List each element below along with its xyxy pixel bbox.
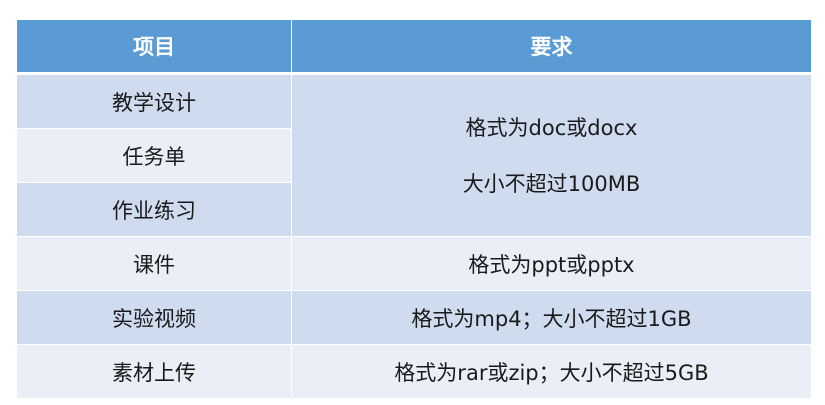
table-row: 素材上传 格式为rar或zip；大小不超过5GB	[16, 344, 812, 399]
merged-req-line1: 格式为doc或docx	[465, 115, 638, 140]
header-item: 项目	[16, 19, 292, 75]
row-item-homework: 作业练习	[16, 182, 292, 237]
header-requirement: 要求	[291, 19, 812, 75]
merged-requirement-cell: 格式为doc或docx 大小不超过100MB	[291, 73, 812, 237]
row-req-material-upload: 格式为rar或zip；大小不超过5GB	[291, 344, 812, 399]
row-item-experiment-video: 实验视频	[16, 290, 292, 345]
table: 项目 要求 教学设计 格式为doc或docx 大小不超过100MB 任务单 作业…	[16, 19, 812, 399]
header-row: 项目 要求	[16, 19, 812, 75]
table-row: 实验视频 格式为mp4；大小不超过1GB	[16, 290, 812, 345]
requirements-table: 项目 要求 教学设计 格式为doc或docx 大小不超过100MB 任务单 作业…	[16, 19, 812, 405]
table-row: 课件 格式为ppt或pptx	[16, 236, 812, 291]
merged-req-line2: 大小不超过100MB	[462, 171, 641, 196]
row-item-teaching-design: 教学设计	[16, 73, 292, 129]
row-item-courseware: 课件	[16, 236, 292, 291]
row-req-experiment-video: 格式为mp4；大小不超过1GB	[291, 290, 812, 345]
row-req-courseware: 格式为ppt或pptx	[291, 236, 812, 291]
row-item-task-sheet: 任务单	[16, 128, 292, 183]
table-row: 教学设计 格式为doc或docx 大小不超过100MB	[16, 73, 812, 237]
row-item-material-upload: 素材上传	[16, 344, 292, 399]
